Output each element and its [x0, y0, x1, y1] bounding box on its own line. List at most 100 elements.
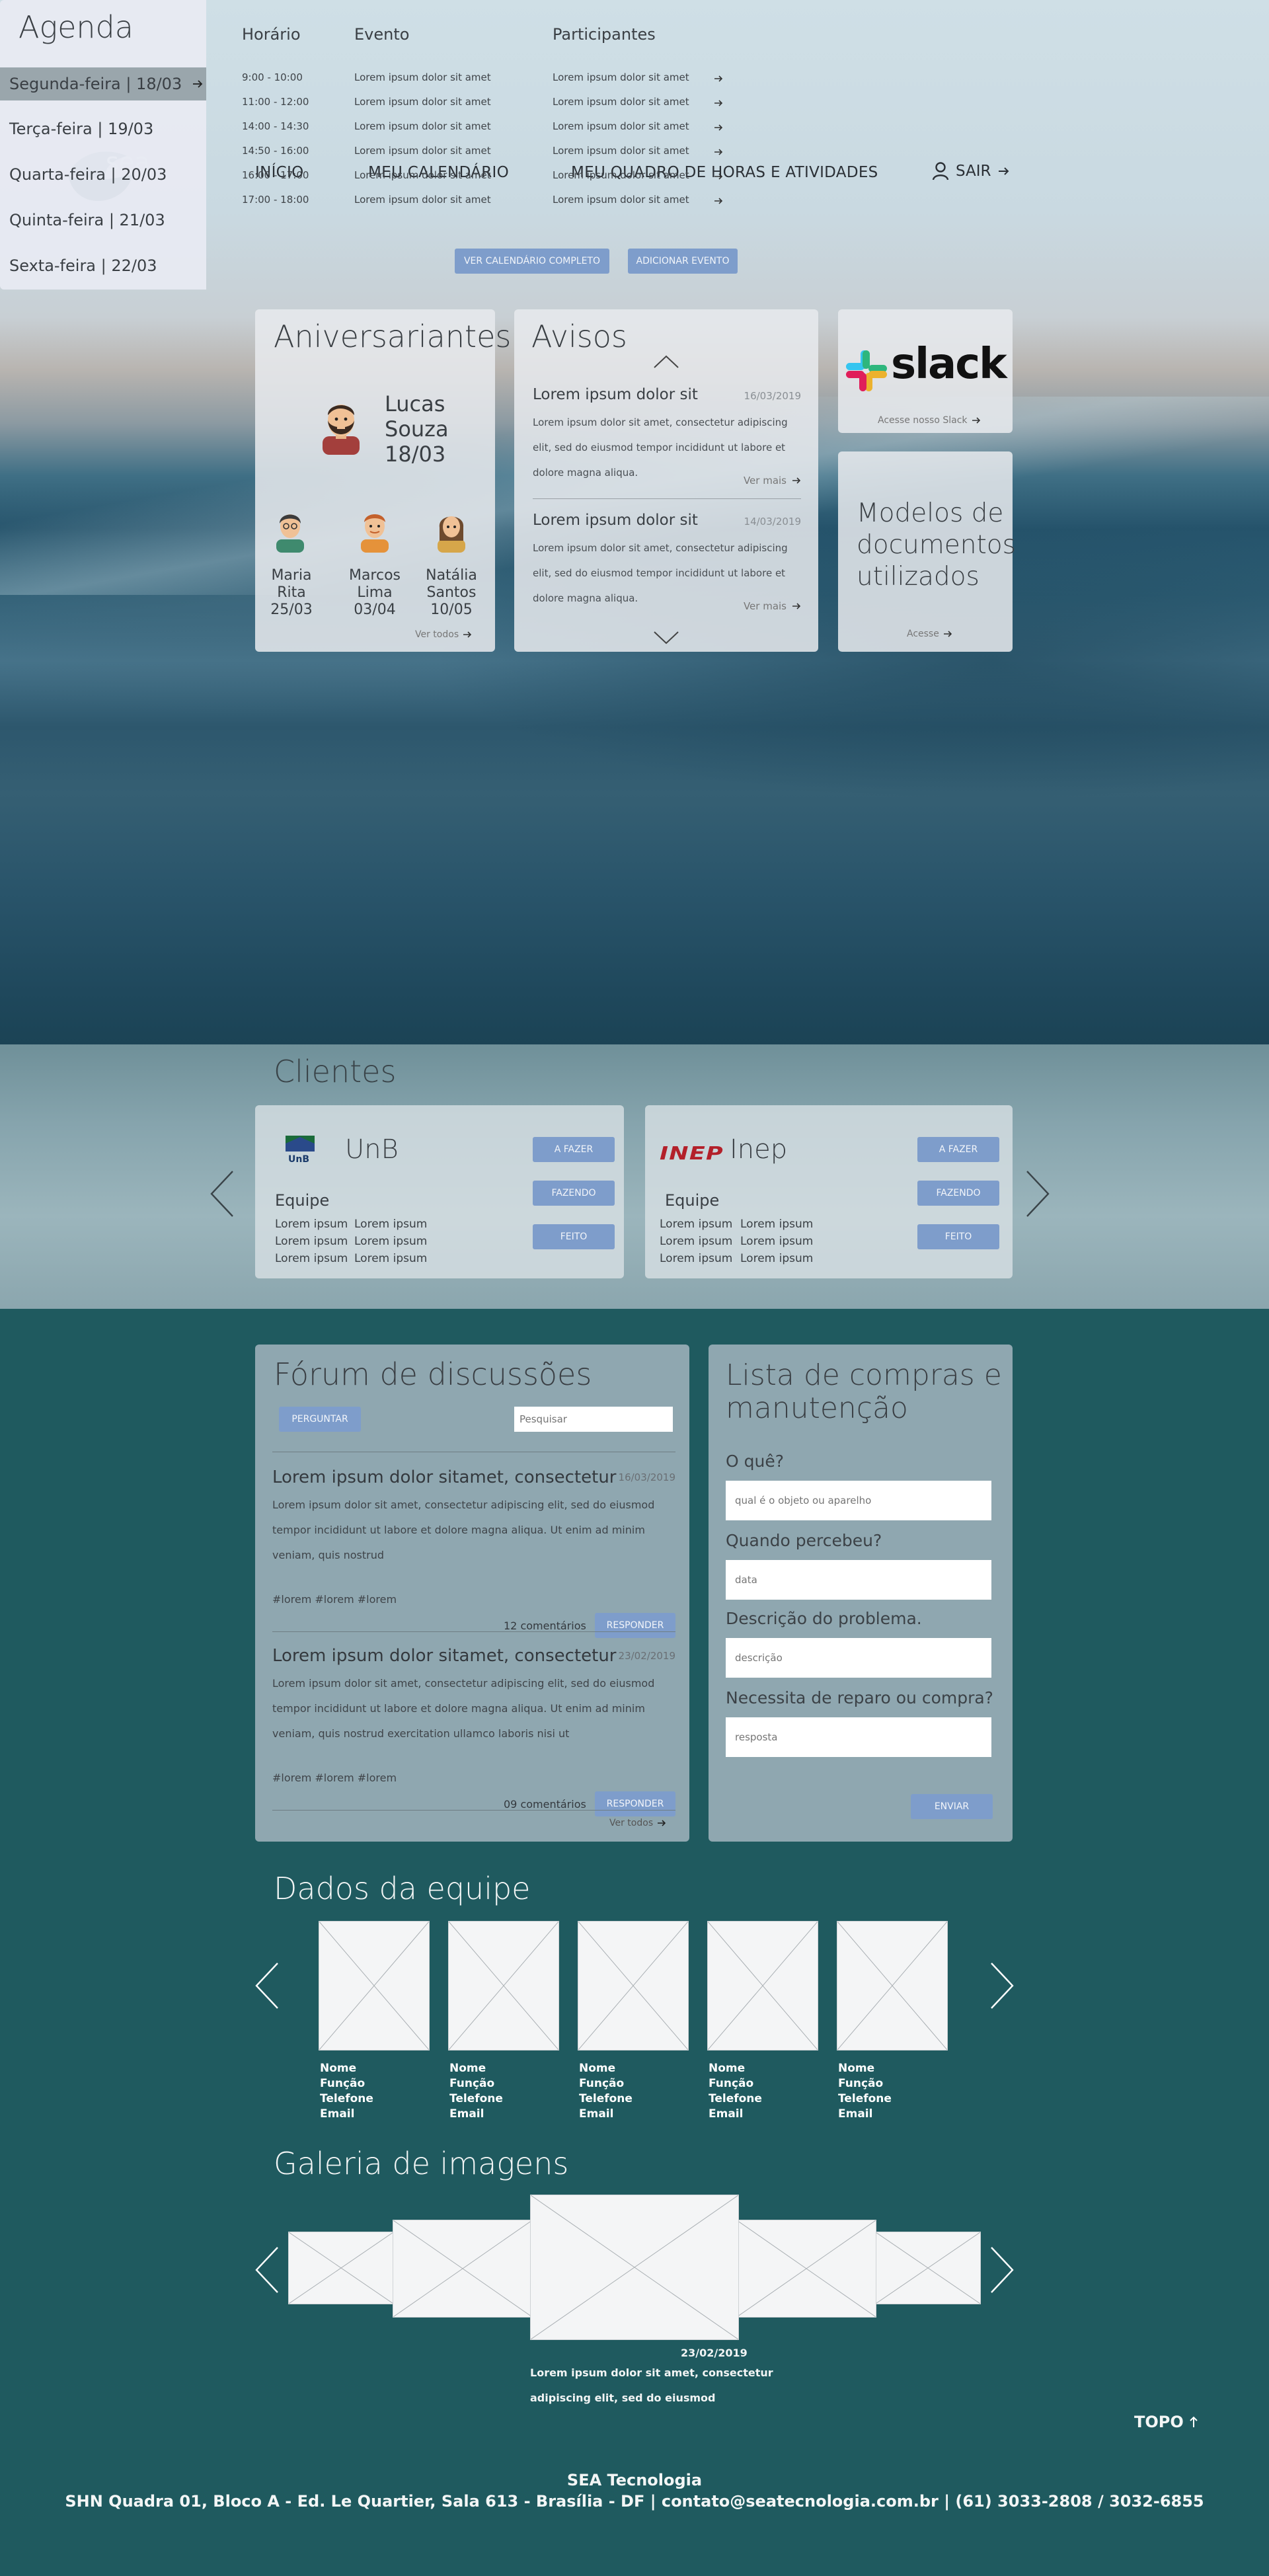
- notice-text: Lorem ipsum dolor sit amet, consectetur …: [533, 542, 788, 604]
- gallery-image-placeholder[interactable]: [393, 2220, 533, 2318]
- what-input[interactable]: [726, 1481, 991, 1520]
- agenda-event: Lorem ipsum dolor sit amet: [354, 169, 491, 181]
- client-card-inep[interactable]: INEP Inep Equipe Lorem ipsum Lorem ipsum…: [645, 1105, 1013, 1278]
- agenda-time: 11:00 - 12:00: [242, 96, 309, 108]
- document-models-link[interactable]: Acesse: [907, 629, 952, 639]
- add-event-button[interactable]: ADICIONAR EVENTO: [628, 249, 738, 274]
- notice-see-more[interactable]: Ver mais: [744, 600, 801, 612]
- agenda-day-selected[interactable]: Segunda-feira | 18/03: [0, 67, 206, 100]
- full-calendar-button[interactable]: VER CALENDÁRIO COMPLETO: [455, 249, 609, 274]
- agenda-day[interactable]: Quarta-feira | 20/03: [0, 158, 206, 191]
- arrow-up-icon: [1190, 2416, 1198, 2427]
- forum-divider: [272, 1810, 675, 1811]
- notice-date: 16/03/2019: [744, 390, 801, 402]
- repair-input[interactable]: [726, 1717, 991, 1757]
- forum-search-input[interactable]: [514, 1407, 673, 1432]
- client-member: Lorem ipsum: [354, 1218, 428, 1231]
- featured-date: 18/03: [385, 442, 446, 467]
- chevron-down-icon[interactable]: [653, 631, 679, 645]
- logout-button[interactable]: SAIR: [932, 161, 1010, 181]
- forum-post[interactable]: Lorem ipsum dolor sitamet, consectetur 1…: [272, 1467, 675, 1638]
- member-role: Função: [709, 2077, 754, 2090]
- member-phone: Telefone: [449, 2092, 503, 2105]
- birthday-first-name: Natália: [426, 567, 477, 584]
- forum-post[interactable]: Lorem ipsum dolor sitamet, consectetur 2…: [272, 1646, 675, 1816]
- birthday-marcos: Marcos Lima 03/04: [338, 567, 411, 619]
- agenda-event: Lorem ipsum dolor sit amet: [354, 71, 491, 83]
- agenda-time: 17:00 - 18:00: [242, 194, 309, 206]
- agenda-time: 16:00 - 17:00: [242, 169, 309, 181]
- post-comments[interactable]: 12 comentários: [504, 1620, 586, 1632]
- agenda-row-arrow-icon[interactable]: [714, 198, 723, 204]
- see-all-label: Ver todos: [609, 1818, 654, 1828]
- birthdays-see-all[interactable]: Ver todos: [415, 629, 472, 640]
- agenda-event: Lorem ipsum dolor sit amet: [354, 194, 491, 206]
- gallery-caption-text-2: adipiscing elit, sed do eiusmod: [530, 2392, 716, 2404]
- done-button[interactable]: FEITO: [917, 1224, 999, 1249]
- when-input[interactable]: [726, 1560, 991, 1600]
- post-title[interactable]: Lorem ipsum dolor sitamet, consectetur: [272, 1646, 617, 1666]
- gallery-image-placeholder[interactable]: [288, 2232, 394, 2304]
- team-photo-placeholder: [707, 1921, 818, 2050]
- gallery-featured-image[interactable]: [530, 2195, 739, 2340]
- agenda-participants: Lorem ipsum dolor sit amet: [553, 120, 689, 132]
- agenda-title: Agenda: [19, 9, 134, 45]
- agenda-row-arrow-icon[interactable]: [714, 124, 723, 131]
- arrow-right-icon: [998, 167, 1009, 175]
- shopping-list-panel: Lista de compras e manutenção O quê? Qua…: [709, 1345, 1013, 1842]
- agenda-days: Agenda Segunda-feira | 18/03 Terça-feira…: [0, 0, 206, 290]
- agenda-day[interactable]: Terça-feira | 19/03: [0, 112, 206, 145]
- agenda-day[interactable]: Sexta-feira | 22/03: [0, 249, 206, 282]
- description-input[interactable]: [726, 1638, 991, 1678]
- agenda-row-arrow-icon[interactable]: [714, 173, 723, 180]
- clients-next-chevron-icon[interactable]: [1024, 1170, 1051, 1218]
- agenda-row-arrow-icon[interactable]: [714, 149, 723, 155]
- reply-button[interactable]: RESPONDER: [595, 1791, 675, 1816]
- agenda-participants: Lorem ipsum dolor sit amet: [553, 194, 689, 206]
- forum-see-all[interactable]: Ver todos: [609, 1818, 666, 1828]
- post-tags: #lorem #lorem #lorem: [272, 1593, 397, 1606]
- agenda-row-arrow-icon[interactable]: [714, 75, 723, 82]
- back-to-top-link[interactable]: TOPO: [1134, 2413, 1198, 2431]
- reply-button[interactable]: RESPONDER: [595, 1613, 675, 1638]
- forum-title: Fórum de discussões: [274, 1356, 592, 1392]
- inep-logo: INEP: [660, 1142, 724, 1164]
- gallery-title: Galeria de imagens: [274, 2146, 569, 2181]
- arrow-right-icon: [972, 417, 980, 424]
- member-name: Nome: [320, 2062, 357, 2075]
- birthdays-title: Aniversariantes: [274, 319, 512, 354]
- ask-button[interactable]: PERGUNTAR: [279, 1407, 361, 1432]
- agenda-row-arrow-icon[interactable]: [714, 100, 723, 106]
- doing-button[interactable]: FAZENDO: [917, 1181, 999, 1206]
- post-title[interactable]: Lorem ipsum dolor sitamet, consectetur: [272, 1467, 617, 1487]
- gallery-image-placeholder[interactable]: [736, 2220, 876, 2318]
- todo-button[interactable]: A FAZER: [917, 1137, 999, 1162]
- send-button[interactable]: ENVIAR: [911, 1794, 993, 1819]
- clients-prev-chevron-icon[interactable]: [209, 1170, 235, 1218]
- gallery-next-chevron-icon[interactable]: [989, 2246, 1015, 2294]
- chevron-up-icon[interactable]: [653, 354, 679, 369]
- slack-link[interactable]: Acesse nosso Slack: [878, 415, 981, 426]
- document-models-panel[interactable]: Modelos de documentos utilizados Acesse: [838, 451, 1016, 652]
- todo-button[interactable]: A FAZER: [533, 1137, 615, 1162]
- gallery-prev-chevron-icon[interactable]: [254, 2246, 280, 2294]
- post-comments[interactable]: 09 comentários: [504, 1798, 586, 1811]
- doing-button[interactable]: FAZENDO: [533, 1181, 615, 1206]
- clients-title: Clientes: [274, 1054, 397, 1089]
- done-button[interactable]: FEITO: [533, 1224, 615, 1249]
- client-card-unb[interactable]: UnB UnB Equipe Lorem ipsum Lorem ipsum L…: [255, 1105, 624, 1278]
- agenda-day[interactable]: Quinta-feira | 21/03: [0, 204, 206, 237]
- agenda-participants: Lorem ipsum dolor sit amet: [553, 145, 689, 157]
- notice-item: Lorem ipsum dolor sit 16/03/2019 Lorem i…: [533, 386, 801, 498]
- when-label: Quando percebeu?: [726, 1531, 882, 1550]
- team-prev-chevron-icon[interactable]: [254, 1962, 280, 2010]
- team-next-chevron-icon[interactable]: [989, 1962, 1015, 2010]
- user-icon: [932, 162, 949, 180]
- notice-date: 14/03/2019: [744, 516, 801, 527]
- notice-see-more[interactable]: Ver mais: [744, 475, 801, 487]
- gallery-image-placeholder[interactable]: [875, 2232, 981, 2304]
- member-email: Email: [449, 2107, 484, 2121]
- client-name: UnB: [345, 1134, 399, 1165]
- description-label: Descrição do problema.: [726, 1609, 922, 1628]
- slack-panel[interactable]: slack Acesse nosso Slack: [838, 309, 1013, 433]
